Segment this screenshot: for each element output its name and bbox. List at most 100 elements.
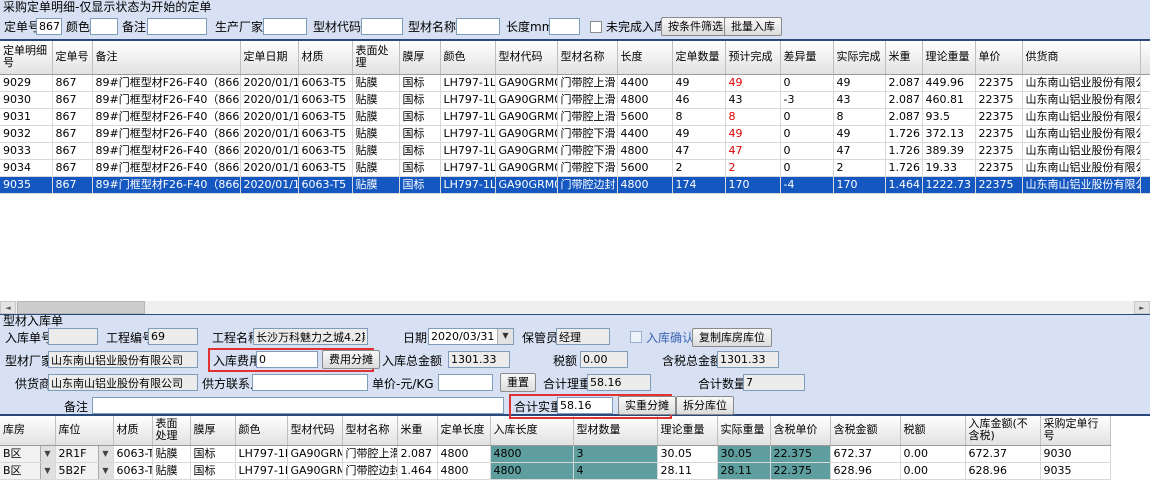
cell[interactable]: 6063-T5	[298, 159, 352, 176]
cell[interactable]: 49	[725, 125, 780, 142]
profile-code-filter-input[interactable]	[361, 18, 403, 35]
cell[interactable]: 0.00	[900, 462, 965, 479]
cell[interactable]: 2020/01/13	[240, 91, 298, 108]
column-header[interactable]: 材质	[113, 416, 152, 445]
cell[interactable]: 山东南山铝业股份有限公司	[1022, 74, 1140, 91]
cell[interactable]: GA90GRM05	[287, 462, 342, 479]
cell[interactable]: 山东南山铝业股份有限公司	[1022, 125, 1140, 142]
cell[interactable]: 9030	[0, 91, 52, 108]
dropdown-arrow-icon[interactable]: ▼	[98, 446, 113, 462]
cell[interactable]: 贴膜	[352, 108, 399, 125]
cell[interactable]: 49	[833, 125, 885, 142]
unfinished-checkbox[interactable]	[590, 21, 602, 33]
cell[interactable]: 867	[52, 142, 92, 159]
cell[interactable]: 山东南山铝业股份有限公司	[1022, 176, 1140, 193]
cell[interactable]: 2020/01/13	[240, 176, 298, 193]
cell[interactable]: 2020/01/13	[240, 74, 298, 91]
cell[interactable]: LH797-1LL0	[440, 74, 495, 91]
cell[interactable]: 门带腔边封	[342, 462, 397, 479]
cell[interactable]: LH797-1LL0	[440, 125, 495, 142]
cell[interactable]: 9035	[0, 176, 52, 193]
cell[interactable]: GA90GRM04	[495, 125, 557, 142]
cell[interactable]: 867	[52, 125, 92, 142]
cell[interactable]: 门带腔上滑	[557, 74, 617, 91]
column-header[interactable]: 实际完成	[833, 41, 885, 74]
cell[interactable]: LH797-1LL0	[440, 108, 495, 125]
column-header[interactable]: 理论重量	[922, 41, 975, 74]
note-input[interactable]	[92, 397, 504, 414]
cell[interactable]: 49	[725, 74, 780, 91]
cell[interactable]: 0.00	[900, 445, 965, 462]
cell[interactable]: 4800	[617, 91, 672, 108]
column-header[interactable]: 颜色	[235, 416, 287, 445]
total-qty-input[interactable]	[743, 374, 805, 391]
cell[interactable]: 3	[573, 445, 657, 462]
cell[interactable]: 4400	[617, 125, 672, 142]
cell[interactable]: 贴膜	[352, 125, 399, 142]
cell[interactable]: 49	[833, 74, 885, 91]
column-header[interactable]: 定单日期	[240, 41, 298, 74]
total-theory-input[interactable]	[587, 374, 651, 391]
cell[interactable]: 2	[833, 159, 885, 176]
factory-input[interactable]	[48, 351, 198, 368]
cell[interactable]: 门带腔上滑	[557, 108, 617, 125]
cell[interactable]: 9029	[0, 74, 52, 91]
cell[interactable]: 6063-T5	[298, 91, 352, 108]
color-filter-input[interactable]	[90, 18, 118, 35]
table-row[interactable]: 902986789#门框型材F26-F40（866+867）2020/01/13…	[0, 74, 1150, 91]
cell[interactable]: 门带腔上滑	[557, 91, 617, 108]
cell[interactable]: 46	[672, 91, 725, 108]
date-picker[interactable]: 2020/03/31 ▼	[428, 328, 514, 345]
cell[interactable]: 国标	[399, 74, 440, 91]
project-no-input[interactable]	[148, 328, 198, 345]
cell[interactable]: 170	[725, 176, 780, 193]
fee-input[interactable]	[256, 351, 318, 368]
cell[interactable]: LH797-1LL0	[235, 445, 287, 462]
cell[interactable]: 49	[672, 125, 725, 142]
cell[interactable]: 国标	[399, 91, 440, 108]
cell[interactable]: 9030	[1040, 445, 1110, 462]
cell[interactable]: 2	[725, 159, 780, 176]
cell[interactable]: 贴膜	[152, 445, 190, 462]
column-header[interactable]: 预计完成	[725, 41, 780, 74]
cell[interactable]: 372.13	[922, 125, 975, 142]
cell[interactable]: 867	[52, 176, 92, 193]
cell[interactable]: 47	[833, 142, 885, 159]
fee-share-button[interactable]: 费用分摊	[322, 350, 380, 369]
cell[interactable]: 43	[725, 91, 780, 108]
reset-button[interactable]: 重置	[500, 373, 536, 392]
cell[interactable]: 1.464	[885, 176, 922, 193]
column-header[interactable]: 入库长度	[490, 416, 573, 445]
cell[interactable]: GA90GRM03	[495, 74, 557, 91]
actual-share-button[interactable]: 实重分摊	[618, 396, 676, 415]
column-header[interactable]: 型材代码	[287, 416, 342, 445]
cell[interactable]: 2.087	[397, 445, 437, 462]
dropdown-arrow-icon[interactable]: ▼	[98, 463, 113, 479]
column-header[interactable]: 型材数量	[573, 416, 657, 445]
cell[interactable]: LH797-1LL0	[235, 462, 287, 479]
dropdown-arrow-icon[interactable]: ▼	[40, 446, 55, 462]
cell[interactable]: 22375	[975, 176, 1022, 193]
cell[interactable]	[1140, 159, 1150, 176]
cell[interactable]: 28.11	[657, 462, 717, 479]
cell[interactable]: B区▼	[0, 445, 55, 462]
table-row[interactable]: 903086789#门框型材F26-F40（866+867）2020/01/13…	[0, 91, 1150, 108]
cell[interactable]: 22.375	[770, 462, 830, 479]
cell[interactable]: 2R1F▼	[55, 445, 113, 462]
column-header[interactable]: 米重	[397, 416, 437, 445]
length-filter-input[interactable]	[549, 18, 580, 35]
cell[interactable]: 山东南山铝业股份有限公司	[1022, 108, 1140, 125]
cell[interactable]: 9031	[0, 108, 52, 125]
cell[interactable]: 19.33	[922, 159, 975, 176]
cell[interactable]: 1.726	[885, 142, 922, 159]
cell[interactable]: 867	[52, 74, 92, 91]
cell[interactable]: -4	[780, 176, 833, 193]
column-header[interactable]: 定单号	[52, 41, 92, 74]
cell[interactable]	[1140, 125, 1150, 142]
cell[interactable]: 2020/01/13	[240, 142, 298, 159]
cell[interactable]: LH797-1LL0	[440, 176, 495, 193]
cell[interactable]: GA90GRM05	[495, 176, 557, 193]
cell[interactable]: 449.96	[922, 74, 975, 91]
cell[interactable]: 6063-T5	[298, 142, 352, 159]
inbound-confirm-checkbox[interactable]	[630, 331, 642, 343]
